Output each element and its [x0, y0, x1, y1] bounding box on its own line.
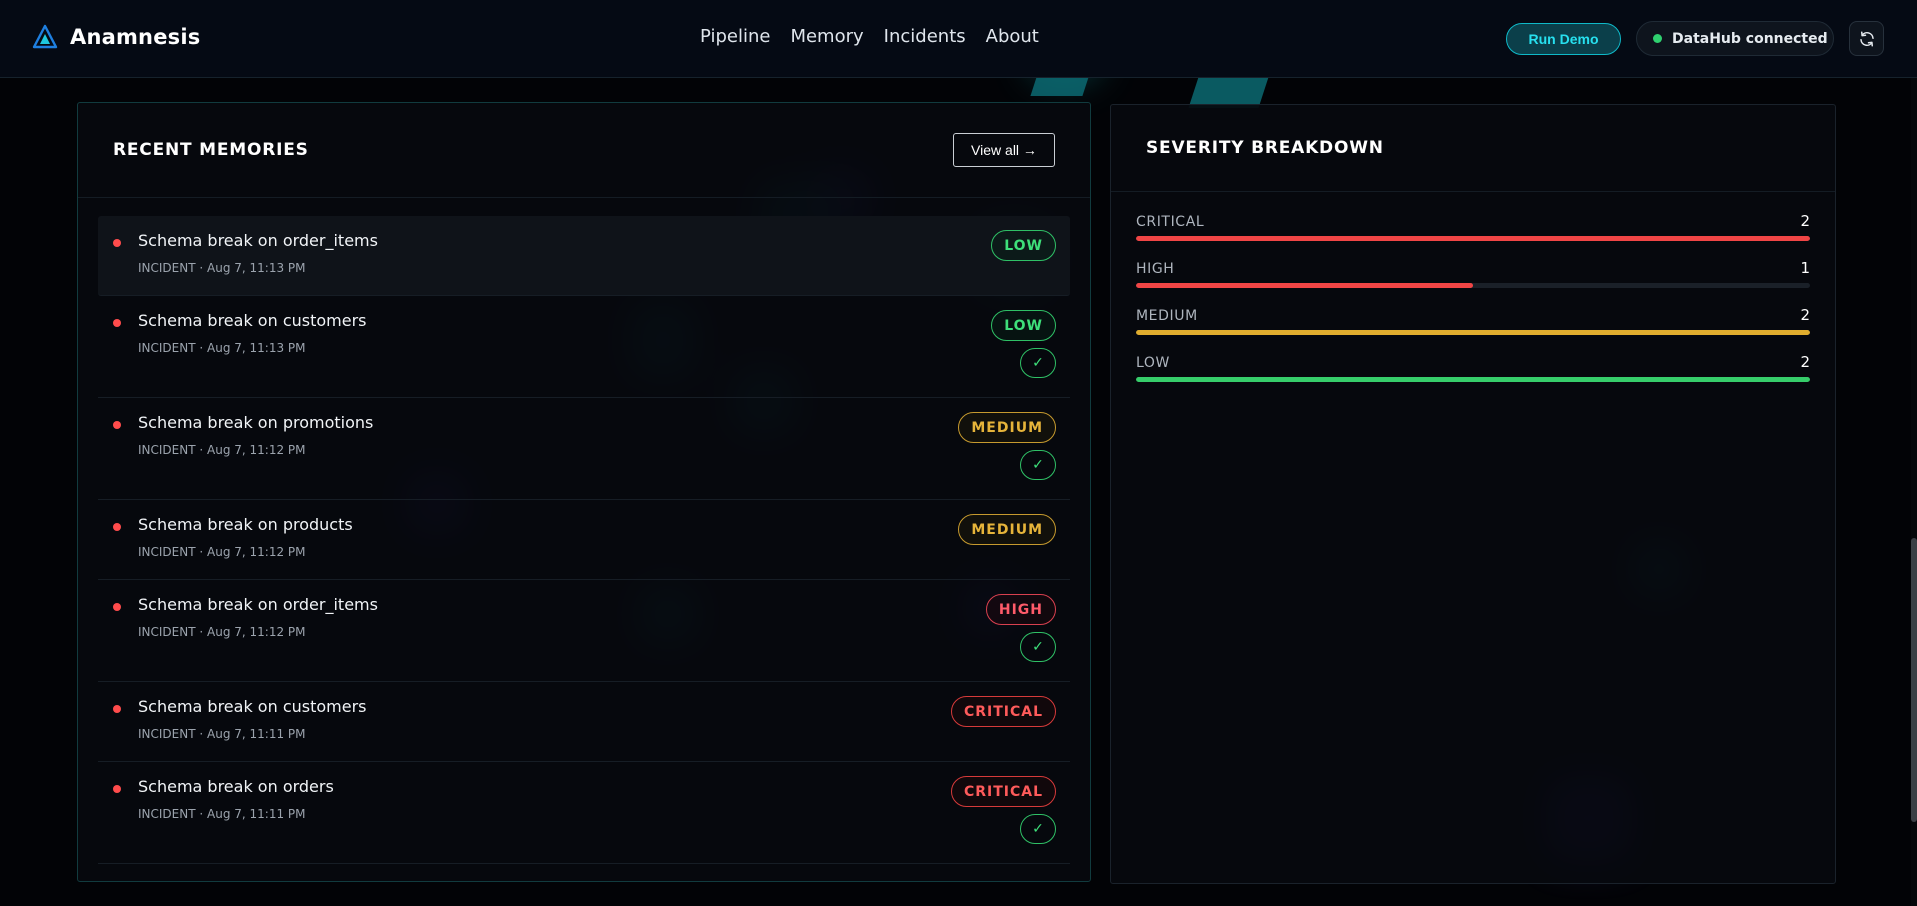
memory-meta: INCIDENT · Aug 7, 11:12 PM	[138, 545, 306, 559]
memory-title: Schema break on customers	[138, 697, 367, 716]
incident-dot-icon	[113, 523, 121, 531]
severity-breakdown-panel: SEVERITY BREAKDOWN CRITICAL 2 HIGH 1 MEDIUM 2…	[1110, 104, 1836, 884]
top-bar: Anamnesis Pipeline Memory Incidents Abou…	[0, 0, 1917, 78]
severity-badge: CRITICAL	[950, 696, 1056, 727]
incident-dot-icon	[113, 785, 121, 793]
status-dot-icon	[1653, 34, 1662, 43]
memory-row[interactable]: Schema break on customers INCIDENT · Aug …	[98, 682, 1070, 762]
nav-memory[interactable]: Memory	[790, 26, 863, 47]
nav-incidents[interactable]: Incidents	[884, 26, 966, 47]
severity-bar-fill	[1136, 330, 1810, 335]
severity-item-medium: MEDIUM 2	[1136, 306, 1810, 355]
severity-bar-track	[1136, 236, 1810, 241]
memory-meta: INCIDENT · Aug 7, 11:13 PM	[138, 261, 306, 275]
memory-meta: INCIDENT · Aug 7, 11:11 PM	[138, 807, 306, 821]
memory-badges: LOW ✓	[991, 310, 1056, 378]
memory-badges: MEDIUM ✓	[958, 412, 1056, 480]
triangle-logo-icon	[32, 24, 58, 49]
severity-badge: MEDIUM	[958, 514, 1056, 545]
severity-badge: MEDIUM	[958, 412, 1056, 443]
severity-list: CRITICAL 2 HIGH 1 MEDIUM 2 LOW 2	[1111, 192, 1835, 402]
severity-bar-fill	[1136, 377, 1810, 382]
severity-bar-track	[1136, 377, 1810, 382]
recent-memories-header: RECENT MEMORIES View all →	[78, 103, 1090, 198]
severity-bar-fill	[1136, 283, 1473, 288]
memory-badges: CRITICAL	[950, 696, 1056, 727]
memory-meta: INCIDENT · Aug 7, 11:11 PM	[138, 727, 306, 741]
nav-pipeline[interactable]: Pipeline	[700, 26, 770, 47]
severity-badge: LOW	[991, 310, 1056, 341]
severity-bar-track	[1136, 330, 1810, 335]
check-icon[interactable]: ✓	[1020, 348, 1056, 378]
severity-badge: HIGH	[985, 594, 1056, 625]
refresh-button[interactable]	[1849, 21, 1884, 56]
severity-count: 2	[1800, 353, 1810, 371]
memory-row[interactable]: Schema break on products INCIDENT · Aug 7…	[98, 500, 1070, 580]
main-nav: Pipeline Memory Incidents About	[700, 26, 1039, 47]
recent-memories-panel: RECENT MEMORIES View all → Schema break …	[77, 102, 1091, 882]
memory-title: Schema break on promotions	[138, 413, 374, 432]
severity-bar-track	[1136, 283, 1810, 288]
severity-badge: CRITICAL	[950, 776, 1056, 807]
severity-label: MEDIUM	[1136, 308, 1198, 324]
brand-name: Anamnesis	[70, 25, 201, 49]
scrollbar-thumb[interactable]	[1911, 538, 1917, 822]
run-demo-button[interactable]: Run Demo	[1506, 23, 1621, 55]
check-icon[interactable]: ✓	[1020, 450, 1056, 480]
brand[interactable]: Anamnesis	[32, 24, 200, 50]
memory-title: Schema break on customers	[138, 311, 367, 330]
memory-meta: INCIDENT · Aug 7, 11:12 PM	[138, 443, 306, 457]
memory-title: Schema break on products	[138, 515, 353, 534]
severity-breakdown-title: SEVERITY BREAKDOWN	[1146, 138, 1384, 158]
datahub-status: DataHub connected	[1636, 21, 1834, 56]
memory-badges: HIGH ✓	[985, 594, 1056, 662]
severity-label: LOW	[1136, 355, 1170, 371]
memory-row[interactable]: Schema break on customers INCIDENT · Aug …	[98, 296, 1070, 398]
severity-item-low: LOW 2	[1136, 353, 1810, 402]
memory-list: Schema break on order_items INCIDENT · Au…	[78, 198, 1090, 864]
status-label: DataHub connected	[1672, 30, 1828, 47]
bg-slab	[1188, 74, 1270, 108]
recent-memories-title: RECENT MEMORIES	[113, 140, 309, 160]
memory-badges: MEDIUM	[958, 514, 1056, 545]
incident-dot-icon	[113, 239, 121, 247]
view-all-button[interactable]: View all →	[953, 133, 1055, 167]
severity-count: 2	[1800, 212, 1810, 230]
memory-title: Schema break on orders	[138, 777, 334, 796]
incident-dot-icon	[113, 421, 121, 429]
memory-badges: LOW	[991, 230, 1056, 261]
memory-row[interactable]: Schema break on order_items INCIDENT · Au…	[98, 216, 1070, 296]
memory-title: Schema break on order_items	[138, 595, 378, 614]
severity-bar-fill	[1136, 236, 1810, 241]
memory-badges: CRITICAL ✓	[950, 776, 1056, 844]
severity-count: 1	[1800, 259, 1810, 277]
incident-dot-icon	[113, 705, 121, 713]
severity-breakdown-header: SEVERITY BREAKDOWN	[1111, 105, 1835, 192]
severity-item-high: HIGH 1	[1136, 259, 1810, 308]
incident-dot-icon	[113, 319, 121, 327]
severity-label: HIGH	[1136, 261, 1175, 277]
severity-count: 2	[1800, 306, 1810, 324]
memory-row[interactable]: Schema break on promotions INCIDENT · Aug…	[98, 398, 1070, 500]
nav-about[interactable]: About	[986, 26, 1039, 47]
memory-title: Schema break on order_items	[138, 231, 378, 250]
memory-row[interactable]: Schema break on order_items INCIDENT · Au…	[98, 580, 1070, 682]
check-icon[interactable]: ✓	[1020, 632, 1056, 662]
memory-meta: INCIDENT · Aug 7, 11:13 PM	[138, 341, 306, 355]
memory-meta: INCIDENT · Aug 7, 11:12 PM	[138, 625, 306, 639]
refresh-icon	[1859, 31, 1874, 46]
severity-badge: LOW	[991, 230, 1056, 261]
incident-dot-icon	[113, 603, 121, 611]
memory-row[interactable]: Schema break on orders INCIDENT · Aug 7, …	[98, 762, 1070, 864]
check-icon[interactable]: ✓	[1020, 814, 1056, 844]
severity-item-critical: CRITICAL 2	[1136, 212, 1810, 261]
severity-label: CRITICAL	[1136, 214, 1205, 230]
